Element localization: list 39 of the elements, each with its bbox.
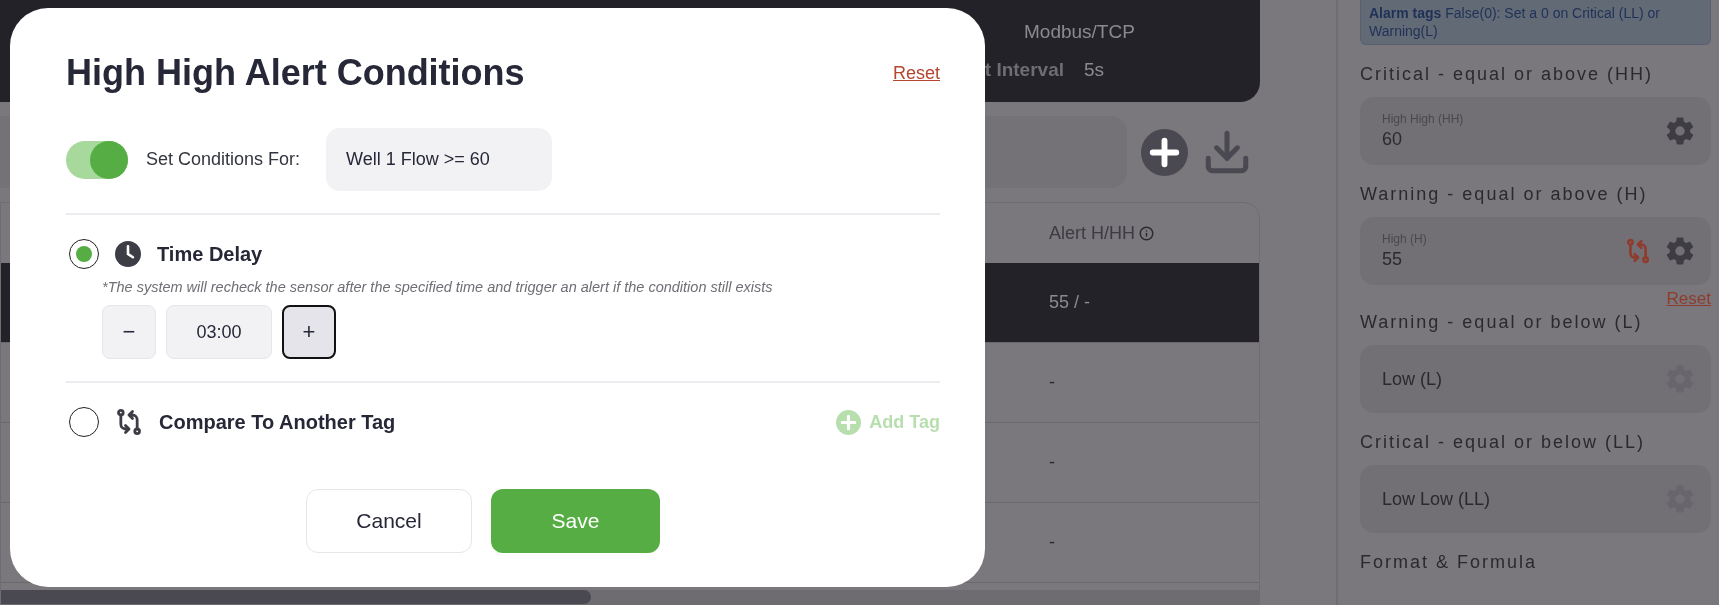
table-cell: -: [1049, 452, 1055, 473]
section-label: Warning - equal or below (L): [1360, 311, 1644, 334]
interval-label: t Interval: [984, 59, 1064, 81]
protocol-value: Modbus/TCP: [1023, 21, 1135, 43]
reset-link[interactable]: Reset: [892, 62, 940, 84]
threshold-field[interactable]: Low (L): [1360, 345, 1711, 414]
set-conditions-label: Set Conditions For:: [146, 149, 301, 170]
save-button[interactable]: Save: [491, 489, 660, 553]
reset-link[interactable]: Reset: [1666, 289, 1711, 310]
dialog-title: High High Alert Conditions: [66, 52, 525, 94]
info-icon: [1139, 225, 1154, 241]
section-title: Format & Formula: [1360, 551, 1539, 574]
threshold-field[interactable]: Low Low (LL): [1360, 465, 1711, 534]
settings-icon[interactable]: [1665, 236, 1695, 267]
time-field[interactable]: 03:00: [166, 305, 272, 359]
scrollbar[interactable]: [1, 590, 1259, 604]
section-label: Warning - equal or above (H): [1360, 183, 1649, 206]
option-note: *The system will recheck the sensor after the specified time and trigger an alert if the condition still exists: [102, 279, 774, 295]
section-label: Critical - equal or below (LL): [1360, 431, 1647, 454]
decrement-button[interactable]: −: [102, 305, 156, 359]
plus-icon: [836, 409, 862, 435]
compare-arrows-icon: [1625, 238, 1651, 265]
toggle-switch[interactable]: [66, 140, 128, 179]
info-note: Alarm tags False(0): Set a 0 on Critical (LL) or Warning(L): [1360, 0, 1711, 46]
table-cell: -: [1049, 532, 1055, 553]
option-label: Time Delay: [157, 242, 263, 266]
section-label: Critical - equal or above (HH): [1360, 63, 1655, 86]
table-cell: -: [1049, 372, 1055, 393]
clock-icon: [115, 241, 141, 267]
compare-arrows-icon: [115, 408, 143, 436]
condition-field[interactable]: Well 1 Flow >= 60: [326, 128, 553, 191]
increment-button[interactable]: +: [282, 305, 336, 359]
column-header: Alert H/HH: [1049, 222, 1154, 244]
table-cell: 55 / -: [1049, 292, 1091, 313]
option-label: Compare To Another Tag: [159, 410, 396, 434]
cancel-button[interactable]: Cancel: [306, 489, 472, 553]
settings-icon[interactable]: [1665, 116, 1695, 147]
interval-value: 5s: [1083, 59, 1105, 81]
add-icon: [1141, 128, 1188, 176]
